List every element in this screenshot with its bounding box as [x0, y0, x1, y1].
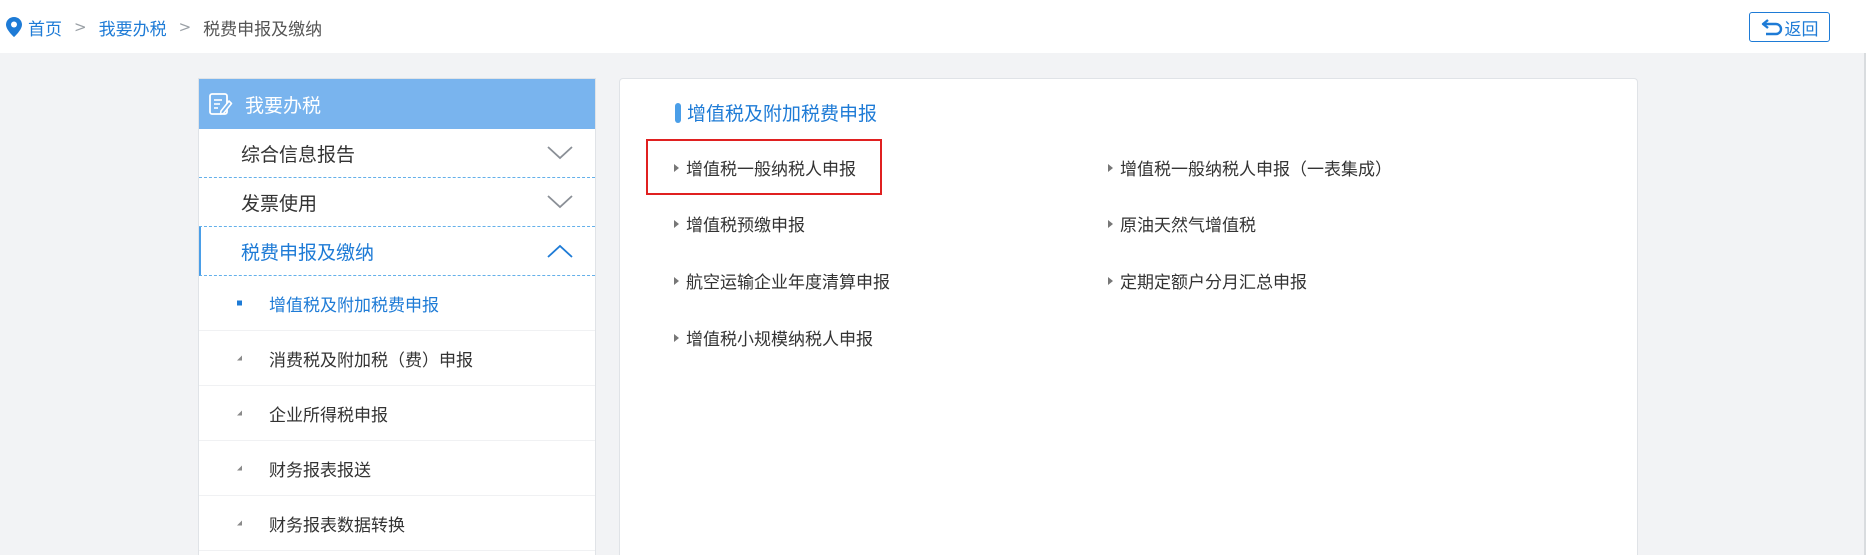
section-title: 增值税及附加税费申报: [675, 99, 877, 126]
return-arrow-icon: [1761, 19, 1782, 36]
link-fixed-quota-monthly[interactable]: 定期定额户分月汇总申报: [1108, 268, 1307, 293]
breadcrumb-current: 税费申报及缴纳: [203, 19, 323, 40]
link-label: 航空运输企业年度清算申报: [686, 273, 890, 293]
caret-right-icon: [674, 163, 679, 172]
sidebar-item-label: 财务报表数据转换: [269, 515, 405, 536]
back-button[interactable]: 返回: [1749, 12, 1830, 42]
sidebar-item-label: 消费税及附加税（费）申报: [269, 350, 473, 371]
main-panel: 增值税及附加税费申报 增值税一般纳税人申报 增值税一般纳税人申报（一表集成） 增…: [619, 78, 1638, 555]
breadcrumb-separator: >: [178, 18, 192, 36]
menu-group-label: 税费申报及缴纳: [241, 241, 375, 264]
active-bullet-icon: [237, 300, 242, 306]
edit-document-icon: [209, 93, 233, 115]
sidebar-item-label: 企业所得税申报: [269, 405, 388, 426]
link-label: 增值税预缴申报: [686, 216, 805, 236]
sidebar-item-financial-statements[interactable]: 财务报表报送: [199, 441, 595, 496]
menu-group-invoice[interactable]: 发票使用: [199, 178, 595, 227]
chevron-down-icon: [547, 146, 573, 160]
sidebar-item-corporate-income-tax[interactable]: 企业所得税申报: [199, 386, 595, 441]
menu-group-tax-filing[interactable]: 税费申报及缴纳: [199, 227, 595, 276]
link-crude-oil-gas-vat[interactable]: 原油天然气增值税: [1108, 211, 1256, 236]
section-title-text: 增值税及附加税费申报: [687, 103, 878, 125]
link-vat-general-taxpayer[interactable]: 增值税一般纳税人申报: [674, 155, 856, 180]
chevron-down-icon: [547, 195, 573, 209]
link-label: 增值税小规模纳税人申报: [686, 330, 873, 350]
caret-right-icon: [1108, 219, 1113, 228]
sidebar-item-consumption-tax[interactable]: 消费税及附加税（费）申报: [199, 331, 595, 386]
menu-group-info-report[interactable]: 综合信息报告: [199, 129, 595, 178]
sidebar: 我要办税 综合信息报告 发票使用 税费申报及缴纳 增值税及附加税费申报 消费税及…: [198, 78, 596, 555]
link-label: 增值税一般纳税人申报: [686, 160, 856, 180]
menu-group-label: 综合信息报告: [241, 143, 356, 166]
location-pin-icon: [6, 17, 22, 37]
sidebar-header: 我要办税: [199, 79, 595, 129]
sidebar-item-label: 财务报表报送: [269, 460, 371, 481]
link-vat-general-integrated[interactable]: 增值税一般纳税人申报（一表集成）: [1108, 155, 1392, 180]
sidebar-item-vat-filing[interactable]: 增值税及附加税费申报: [199, 276, 595, 331]
link-vat-prepayment[interactable]: 增值税预缴申报: [674, 211, 805, 236]
corner-triangle-icon: [237, 355, 242, 361]
link-label: 原油天然气增值税: [1120, 216, 1256, 236]
link-airline-annual-settlement[interactable]: 航空运输企业年度清算申报: [674, 268, 890, 293]
caret-right-icon: [1108, 276, 1113, 285]
chevron-up-icon: [547, 244, 573, 258]
sidebar-title: 我要办税: [245, 94, 322, 117]
caret-right-icon: [674, 276, 679, 285]
sidebar-item-statement-conversion[interactable]: 财务报表数据转换: [199, 496, 595, 551]
link-vat-small-scale[interactable]: 增值税小规模纳税人申报: [674, 325, 873, 350]
corner-triangle-icon: [237, 520, 242, 526]
caret-right-icon: [674, 219, 679, 228]
link-label: 增值税一般纳税人申报（一表集成）: [1120, 160, 1392, 180]
breadcrumb: 首页 > 我要办税 > 税费申报及缴纳: [6, 15, 323, 40]
sidebar-item-label: 增值税及附加税费申报: [269, 295, 439, 316]
corner-triangle-icon: [237, 410, 242, 416]
breadcrumb-tax-link[interactable]: 我要办税: [99, 15, 167, 40]
menu-group-label: 发票使用: [241, 192, 318, 215]
caret-right-icon: [1108, 163, 1113, 172]
back-button-label: 返回: [1784, 19, 1819, 40]
corner-triangle-icon: [237, 465, 242, 471]
caret-right-icon: [674, 333, 679, 342]
title-accent-bar: [675, 102, 681, 123]
breadcrumb-separator: >: [74, 18, 87, 36]
link-label: 定期定额户分月汇总申报: [1120, 273, 1307, 293]
top-bar: 首页 > 我要办税 > 税费申报及缴纳 返回: [0, 0, 1866, 53]
breadcrumb-home-link[interactable]: 首页: [28, 15, 62, 40]
